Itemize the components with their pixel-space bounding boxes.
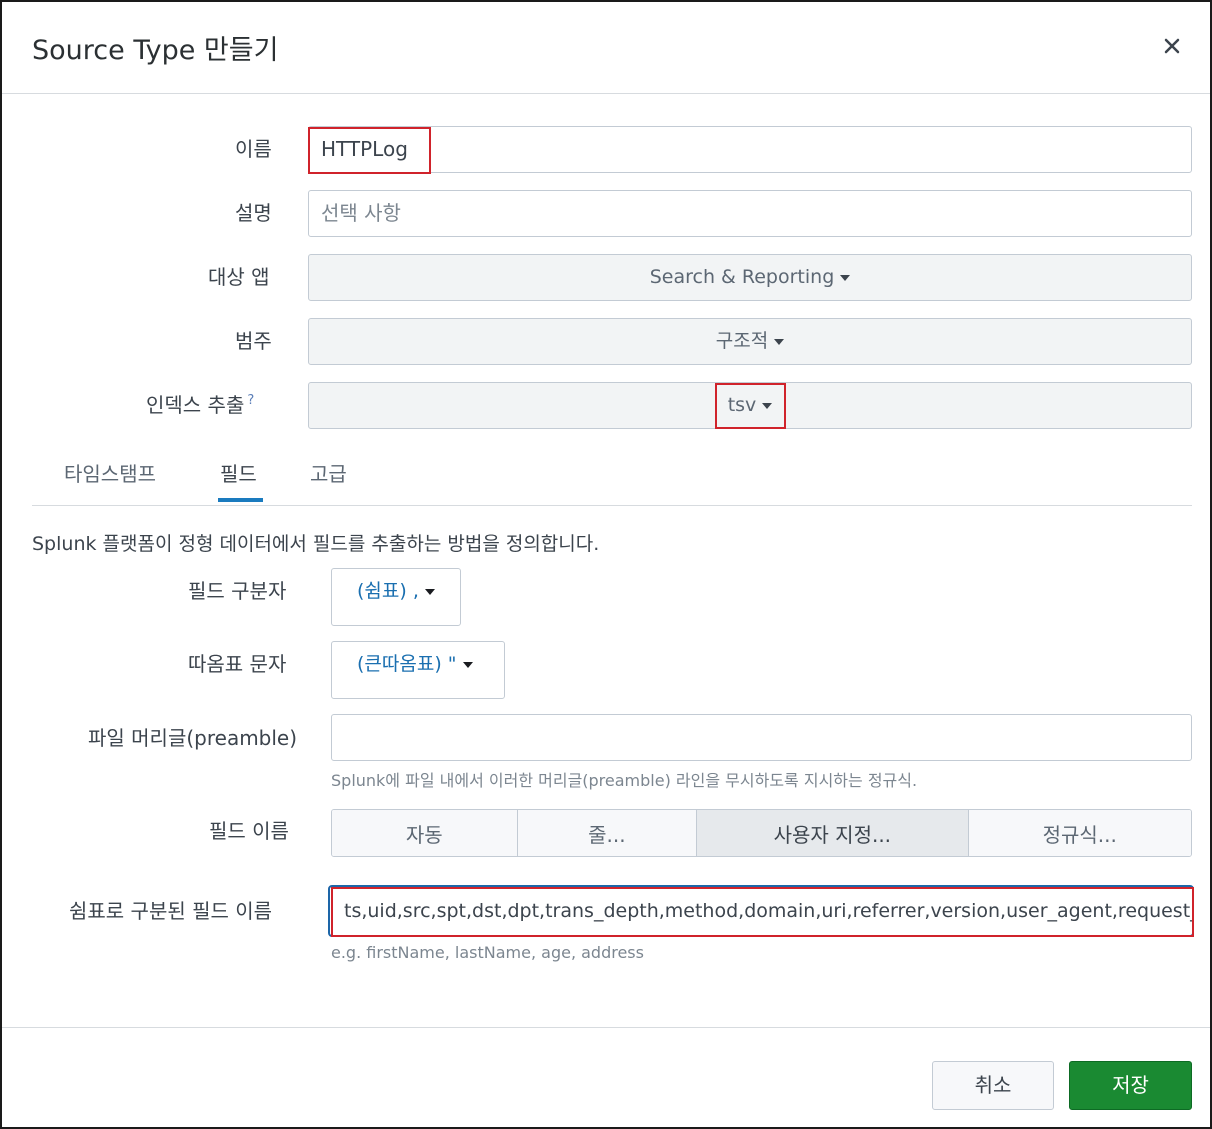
field-delimiter-dropdown[interactable]: (쉼표) , — [331, 568, 461, 626]
comma-field-names-hint: e.g. firstName, lastName, age, address — [331, 943, 644, 962]
field-names-segmented-control: 자동 줄... 사용자 지정... 정규식... — [331, 809, 1192, 857]
index-extraction-value: tsv — [727, 394, 757, 416]
name-input[interactable]: HTTPLog — [308, 126, 1192, 173]
caret-down-icon — [840, 274, 851, 281]
caret-down-icon — [762, 402, 773, 409]
save-button[interactable]: 저장 — [1069, 1061, 1192, 1110]
category-label: 범주 — [235, 329, 272, 353]
tab-timestamp[interactable]: 타임스탬프 — [64, 458, 156, 487]
create-source-type-dialog: Source Type 만들기 이름 HTTPLog 설명 선택 사항 대상 앱… — [0, 0, 1212, 1129]
close-icon[interactable] — [1158, 32, 1186, 60]
quote-character-value: (큰따옴표) " — [357, 653, 457, 675]
target-app-label: 대상 앱 — [208, 265, 270, 289]
category-select[interactable]: 구조적 — [308, 318, 1192, 365]
description-label: 설명 — [235, 201, 272, 225]
target-app-value: Search & Reporting — [649, 266, 835, 288]
field-names-option-custom[interactable]: 사용자 지정... — [697, 810, 969, 856]
index-extraction-label: 인덱스 추출? — [146, 389, 254, 418]
preamble-label: 파일 머리글(preamble) — [88, 726, 298, 750]
comma-field-names-input[interactable]: ts,uid,src,spt,dst,dpt,trans_depth,metho… — [328, 885, 1194, 937]
preamble-input[interactable] — [331, 714, 1192, 761]
target-app-select[interactable]: Search & Reporting — [308, 254, 1192, 301]
dialog-footer: 취소 저장 — [2, 1027, 1210, 1127]
field-names-option-regex[interactable]: 정규식... — [968, 810, 1191, 856]
fields-description: Splunk 플랫폼이 정형 데이터에서 필드를 추출하는 방법을 정의합니다. — [32, 533, 600, 555]
index-extraction-label-text: 인덱스 추출 — [146, 393, 245, 417]
category-value: 구조적 — [715, 330, 769, 352]
cancel-button[interactable]: 취소 — [932, 1061, 1054, 1110]
quote-character-label: 따옴표 문자 — [188, 652, 287, 676]
quote-character-dropdown[interactable]: (큰따옴표) " — [331, 641, 505, 699]
tab-advanced[interactable]: 고급 — [310, 458, 347, 487]
active-tab-indicator — [218, 498, 263, 502]
name-label: 이름 — [235, 137, 272, 161]
field-delimiter-label: 필드 구분자 — [188, 579, 287, 603]
caret-down-icon — [462, 661, 473, 668]
field-names-label: 필드 이름 — [209, 819, 289, 843]
dialog-title: Source Type 만들기 — [32, 35, 279, 66]
description-input[interactable]: 선택 사항 — [308, 190, 1192, 237]
preamble-hint: Splunk에 파일 내에서 이러한 머리글(preamble) 라인을 무시하… — [331, 771, 918, 790]
caret-down-icon — [424, 588, 435, 595]
index-extraction-select[interactable]: tsv — [308, 382, 1192, 429]
field-names-option-line[interactable]: 줄... — [517, 810, 698, 856]
settings-tabs: 타임스탬프 필드 고급 — [32, 454, 1192, 506]
comma-field-names-label: 쉼표로 구분된 필드 이름 — [69, 899, 273, 923]
tab-fields[interactable]: 필드 — [220, 458, 257, 487]
field-delimiter-value: (쉼표) , — [357, 580, 419, 602]
help-icon[interactable]: ? — [247, 393, 254, 408]
field-names-option-auto[interactable]: 자동 — [332, 810, 518, 856]
caret-down-icon — [774, 338, 785, 345]
dialog-header: Source Type 만들기 — [2, 2, 1210, 94]
